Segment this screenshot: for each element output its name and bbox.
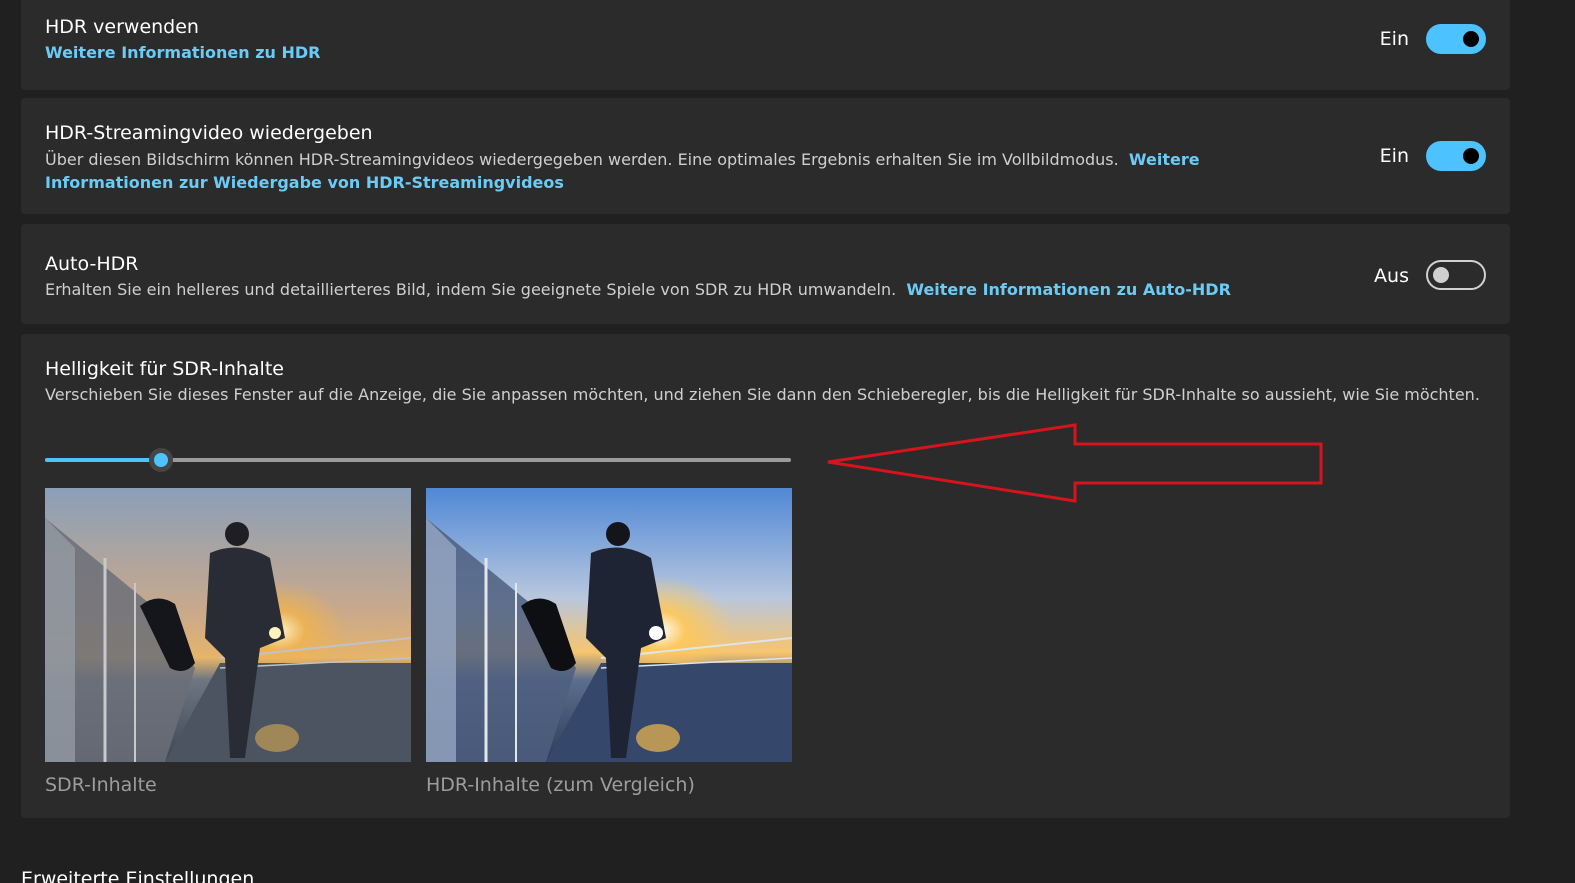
hdr-card: HDR verwenden Weitere Informationen zu H… <box>21 0 1510 90</box>
hdr-streaming-toggle[interactable] <box>1426 141 1486 171</box>
hdr-info-link[interactable]: Weitere Informationen zu HDR <box>45 43 320 62</box>
sdr-caption: SDR-Inhalte <box>45 774 157 796</box>
hdr-state-label: Ein <box>1379 28 1409 50</box>
hdr-preview-image <box>426 488 792 762</box>
hdr-preview-graphic <box>426 488 792 762</box>
hdr-caption: HDR-Inhalte (zum Vergleich) <box>426 774 695 796</box>
sdr-brightness-card: Helligkeit für SDR-Inhalte Verschieben S… <box>21 334 1510 818</box>
slider-thumb[interactable] <box>149 448 173 472</box>
hdr-desc: Weitere Informationen zu HDR <box>45 41 320 64</box>
auto-hdr-toggle[interactable] <box>1426 260 1486 290</box>
auto-hdr-card: Auto-HDR Erhalten Sie ein helleres und d… <box>21 224 1510 324</box>
hdr-streaming-desc-text: Über diesen Bildschirm können HDR-Stream… <box>45 150 1119 169</box>
auto-hdr-info-link[interactable]: Weitere Informationen zu Auto-HDR <box>906 280 1231 299</box>
sdr-brightness-desc: Verschieben Sie dieses Fenster auf die A… <box>45 385 1480 404</box>
sdr-brightness-title: Helligkeit für SDR-Inhalte <box>45 358 284 380</box>
sdr-preview-image <box>45 488 411 762</box>
hdr-streaming-card: HDR-Streamingvideo wiedergeben Über dies… <box>21 98 1510 214</box>
slider-fill <box>45 458 161 462</box>
sdr-brightness-slider[interactable] <box>45 448 791 472</box>
hdr-toggle[interactable] <box>1426 24 1486 54</box>
toggle-knob <box>1463 148 1479 164</box>
auto-hdr-state-label: Aus <box>1374 265 1409 287</box>
sdr-preview-graphic <box>45 488 411 762</box>
hdr-settings-page: HDR verwenden Weitere Informationen zu H… <box>0 0 1575 883</box>
slider-thumb-dot <box>154 453 168 467</box>
auto-hdr-desc-text: Erhalten Sie ein helleres und detaillier… <box>45 280 897 299</box>
toggle-knob <box>1433 267 1449 283</box>
auto-hdr-title: Auto-HDR <box>45 253 139 275</box>
hdr-title: HDR verwenden <box>45 16 199 38</box>
auto-hdr-desc: Erhalten Sie ein helleres und detaillier… <box>45 278 1231 301</box>
toggle-knob <box>1463 31 1479 47</box>
hdr-streaming-title: HDR-Streamingvideo wiedergeben <box>45 122 373 144</box>
next-section-title: Erweiterte Einstellungen <box>21 868 255 883</box>
hdr-streaming-state-label: Ein <box>1379 145 1409 167</box>
hdr-streaming-desc: Über diesen Bildschirm können HDR-Stream… <box>45 148 1215 194</box>
